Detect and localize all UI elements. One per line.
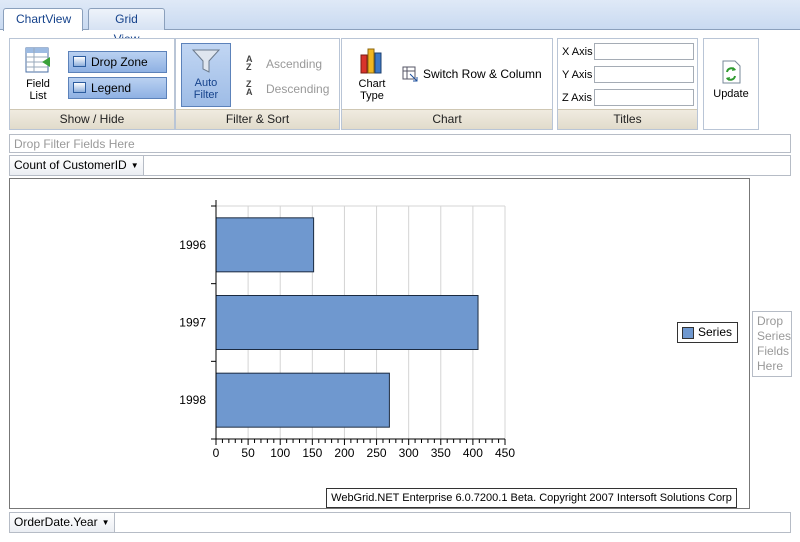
x-tick-label-150: 150 <box>302 446 322 460</box>
update-content: Update <box>706 59 756 100</box>
row-field-label: OrderDate.Year <box>14 515 98 529</box>
z-axis-row: Z Axis <box>562 89 694 107</box>
data-field-zone: Count of CustomerID ▼ <box>9 155 791 176</box>
funnel-icon <box>191 49 221 73</box>
chart-legend[interactable]: Series <box>677 322 738 343</box>
chart-type-label: Chart Type <box>358 78 386 102</box>
group-label-titles: Titles <box>558 109 697 129</box>
x-tick-label-400: 400 <box>463 446 483 460</box>
x-tick-label-350: 350 <box>431 446 451 460</box>
chevron-down-icon: ▼ <box>101 518 110 527</box>
bar-1998 <box>215 372 390 428</box>
auto-filter-label: Auto Filter <box>193 77 219 101</box>
x-axis-input[interactable] <box>594 43 694 60</box>
x-tick-label-250: 250 <box>367 446 387 460</box>
sort-descending-icon: ZA <box>246 79 253 97</box>
switch-icon <box>402 66 418 82</box>
category-label-1996: 1996 <box>179 238 206 252</box>
drop-filter-zone[interactable]: Drop Filter Fields Here <box>9 134 791 153</box>
category-label-1998: 1998 <box>179 393 206 407</box>
switch-label: Switch Row & Column <box>423 67 542 81</box>
bar-chart: 1996 1997 1998 0 50 100 150 200 250 300 350 400 450 <box>179 200 515 460</box>
descending-button[interactable]: ZA Descending <box>246 79 330 97</box>
refresh-icon <box>722 60 741 84</box>
x-tick-label-100: 100 <box>270 446 290 460</box>
tab-gridview[interactable]: Grid View <box>88 8 165 46</box>
row-field-zone: OrderDate.Year ▼ <box>9 512 791 533</box>
data-field-label: Count of CustomerID <box>14 158 127 172</box>
x-tick-label-0: 0 <box>213 446 220 460</box>
group-chart: Chart Type Switch Row & Column Chart <box>341 38 553 130</box>
ascending-label: Ascending <box>266 57 323 71</box>
legend-swatch <box>682 327 694 339</box>
y-axis-row: Y Axis <box>562 66 694 84</box>
chart-type-button[interactable]: Chart Type <box>350 45 394 102</box>
legend-button[interactable]: Legend <box>68 77 167 99</box>
legend-icon <box>73 82 86 93</box>
group-filter-sort: Auto Filter AZ Ascending ZA Descending F… <box>175 38 340 130</box>
drop-zone-button[interactable]: Drop Zone <box>68 51 167 73</box>
x-tick-label-450: 450 <box>495 446 515 460</box>
z-axis-label: Z Axis <box>562 92 592 104</box>
switch-row-column-button[interactable]: Switch Row & Column <box>402 66 542 82</box>
group-show-hide: Field List Drop Zone Legend Show / Hide <box>9 38 175 130</box>
group-label-filter-sort: Filter & Sort <box>176 109 339 129</box>
z-axis-input[interactable] <box>594 89 694 106</box>
x-axis-row: X Axis <box>562 43 694 61</box>
field-list-button[interactable]: Field List <box>16 45 60 102</box>
descending-label: Descending <box>266 82 330 96</box>
bar-chart-icon <box>360 48 382 74</box>
bar-1997 <box>215 295 479 350</box>
drop-series-zone[interactable]: Drop Series Fields Here <box>752 311 792 377</box>
x-axis-label: X Axis <box>562 46 593 58</box>
field-list-label: Field List <box>26 78 50 102</box>
legend-toggle-label: Legend <box>91 81 132 95</box>
group-titles: X Axis Y Axis Z Axis Titles <box>557 38 698 130</box>
drop-zone-label: Drop Zone <box>91 55 148 69</box>
category-label-1997: 1997 <box>179 316 206 330</box>
update-button[interactable]: Update <box>703 38 759 130</box>
copyright-notice: WebGrid.NET Enterprise 6.0.7200.1 Beta. … <box>326 488 737 508</box>
sort-ascending-icon: AZ <box>246 54 253 72</box>
tab-chartview[interactable]: ChartView <box>3 8 83 31</box>
y-axis-label: Y Axis <box>562 69 593 81</box>
chevron-down-icon: ▼ <box>130 161 139 170</box>
x-tick-label-50: 50 <box>241 446 255 460</box>
drop-zone-icon <box>73 56 86 67</box>
field-list-icon <box>25 47 50 73</box>
x-tick-label-300: 300 <box>399 446 419 460</box>
auto-filter-button[interactable]: Auto Filter <box>181 43 231 107</box>
tab-bar: ChartView Grid View <box>0 0 800 46</box>
group-label-chart: Chart <box>342 109 552 129</box>
bar-1996 <box>215 217 315 273</box>
chart-bars <box>215 217 479 428</box>
data-field-button[interactable]: Count of CustomerID ▼ <box>10 156 144 175</box>
ascending-button[interactable]: AZ Ascending <box>246 54 323 72</box>
x-tick-label-200: 200 <box>334 446 354 460</box>
legend-label: Series <box>698 325 733 339</box>
chart-panel: 1996 1997 1998 0 50 100 150 200 250 300 350 400 450 <box>9 178 750 509</box>
row-field-button[interactable]: OrderDate.Year ▼ <box>10 513 115 532</box>
group-label-show-hide: Show / Hide <box>10 109 174 129</box>
y-axis-input[interactable] <box>594 66 694 83</box>
update-label: Update <box>713 88 749 100</box>
